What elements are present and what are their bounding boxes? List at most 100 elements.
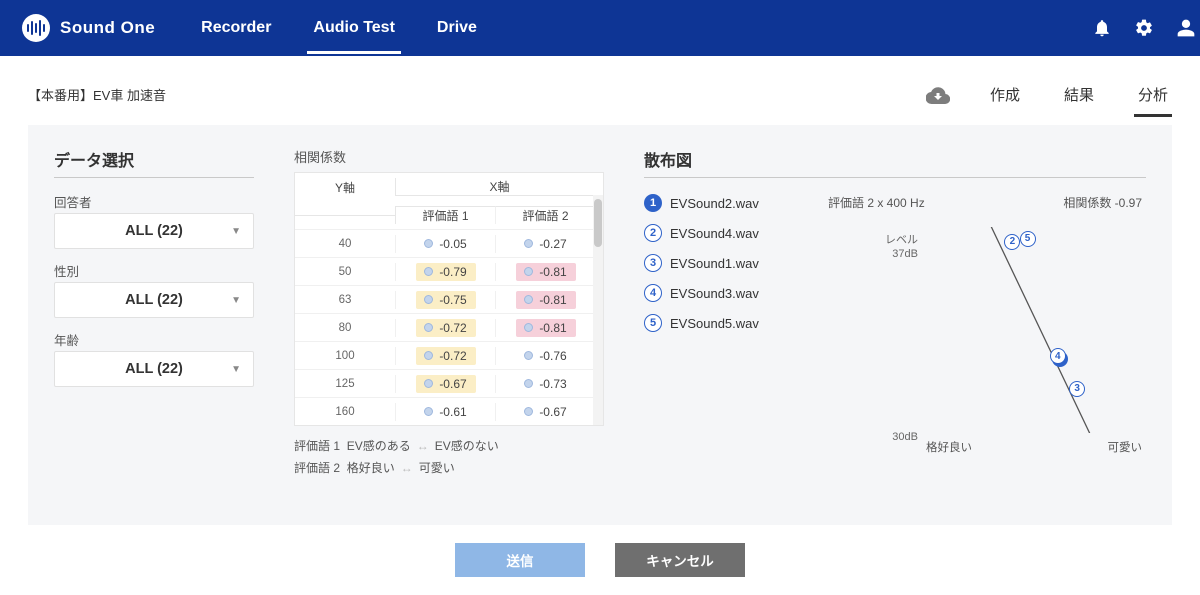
- scatter-point[interactable]: 4: [1050, 348, 1066, 364]
- corr-cell[interactable]: -0.27: [495, 235, 595, 253]
- radio-dot-icon: [524, 295, 533, 304]
- col-header-1[interactable]: 評価語 1: [395, 206, 495, 224]
- corr-cell[interactable]: -0.76: [495, 347, 595, 365]
- filter-title: データ選択: [54, 147, 254, 178]
- subnav-item[interactable]: 分析: [1134, 74, 1172, 115]
- user-icon[interactable]: [1176, 18, 1196, 38]
- corr-cell[interactable]: -0.75: [395, 291, 495, 309]
- y-axis-header: Y軸: [295, 179, 395, 196]
- radio-dot-icon: [524, 407, 533, 416]
- y-axis-top-label: レベル37dB: [874, 233, 918, 262]
- gear-icon[interactable]: [1134, 18, 1154, 38]
- nav-audio-test[interactable]: Audio Test: [307, 2, 400, 54]
- cloud-download-icon[interactable]: [926, 83, 950, 107]
- scatter-point[interactable]: 3: [1069, 381, 1085, 397]
- radio-dot-icon: [424, 323, 433, 332]
- filter-label: 年齢: [54, 330, 254, 349]
- subnav-item[interactable]: 作成: [986, 74, 1024, 115]
- row-y-value: 160: [295, 406, 395, 418]
- corr-cell[interactable]: -0.81: [495, 319, 595, 337]
- radio-dot-icon: [424, 351, 433, 360]
- sound-item[interactable]: 4EVSound3.wav: [644, 284, 824, 302]
- filter-select[interactable]: ALL (22)▼: [54, 351, 254, 387]
- chart-meta-right: 相関係数 -0.97: [1063, 194, 1142, 211]
- scatter-chart: 評価語 2 x 400 Hz 相関係数 -0.97 レベル37dB 30dB 1…: [824, 194, 1146, 455]
- row-y-value: 125: [295, 378, 395, 390]
- corr-cell[interactable]: -0.81: [495, 291, 595, 309]
- radio-dot-icon: [524, 379, 533, 388]
- submit-button[interactable]: 送信: [455, 543, 585, 577]
- row-y-value: 100: [295, 350, 395, 362]
- bell-icon[interactable]: [1092, 18, 1112, 38]
- sound-badge-icon: 2: [644, 224, 662, 242]
- radio-dot-icon: [424, 407, 433, 416]
- scatter-point[interactable]: 2: [1004, 234, 1020, 250]
- correlation-table: Y軸 X軸 評価語 1 評価語 2 40-0.05-0.2750-0.79-0.…: [294, 172, 604, 426]
- corr-cell[interactable]: -0.72: [395, 347, 495, 365]
- row-y-value: 63: [295, 294, 395, 306]
- corr-cell[interactable]: -0.73: [495, 375, 595, 393]
- sound-badge-icon: 5: [644, 314, 662, 332]
- row-y-value: 80: [295, 322, 395, 334]
- subnav-item[interactable]: 結果: [1060, 74, 1098, 115]
- col-header-2[interactable]: 評価語 2: [495, 206, 595, 224]
- radio-dot-icon: [424, 267, 433, 276]
- x-axis-right-label: 可愛い: [1108, 439, 1143, 455]
- radio-dot-icon: [524, 239, 533, 248]
- scatter-title: 散布図: [644, 147, 1146, 178]
- radio-dot-icon: [524, 267, 533, 276]
- corr-cell[interactable]: -0.05: [395, 235, 495, 253]
- corr-cell[interactable]: -0.72: [395, 319, 495, 337]
- table-scroll-thumb[interactable]: [594, 199, 602, 247]
- x-axis-left-label: 格好良い: [926, 439, 972, 455]
- regression-line: [926, 227, 1142, 433]
- radio-dot-icon: [424, 239, 433, 248]
- corr-cell[interactable]: -0.67: [495, 403, 595, 421]
- main-nav: Recorder Audio Test Drive: [195, 2, 483, 54]
- correlation-column: 相関係数 Y軸 X軸 評価語 1 評価語 2 40-0.05-0.2750-0.…: [294, 147, 604, 505]
- brand: Sound One: [22, 14, 155, 42]
- table-row: 63-0.75-0.81: [295, 285, 603, 313]
- chart-meta-left: 評価語 2 x 400 Hz: [828, 194, 925, 211]
- cancel-button[interactable]: キャンセル: [615, 543, 745, 577]
- logo-icon: [22, 14, 50, 42]
- nav-recorder[interactable]: Recorder: [195, 2, 277, 54]
- sound-item[interactable]: 2EVSound4.wav: [644, 224, 824, 242]
- radio-dot-icon: [524, 351, 533, 360]
- sound-badge-icon: 4: [644, 284, 662, 302]
- filter-select[interactable]: ALL (22)▼: [54, 282, 254, 318]
- corr-cell[interactable]: -0.61: [395, 403, 495, 421]
- table-row: 40-0.05-0.27: [295, 229, 603, 257]
- chevron-down-icon: ▼: [231, 226, 241, 237]
- table-row: 125-0.67-0.73: [295, 369, 603, 397]
- chevron-down-icon: ▼: [231, 364, 241, 375]
- table-row: 160-0.61-0.67: [295, 397, 603, 425]
- app-header: Sound One Recorder Audio Test Drive: [0, 0, 1200, 56]
- breadcrumb: 【本番用】EV車 加速音: [28, 85, 166, 104]
- sound-item[interactable]: 1EVSound2.wav: [644, 194, 824, 212]
- radio-dot-icon: [524, 323, 533, 332]
- corr-title: 相関係数: [294, 147, 604, 166]
- y-axis-bottom-label: 30dB: [874, 431, 918, 443]
- corr-cell[interactable]: -0.79: [395, 263, 495, 281]
- corr-cell[interactable]: -0.81: [495, 263, 595, 281]
- nav-drive[interactable]: Drive: [431, 2, 483, 54]
- brand-name: Sound One: [60, 18, 155, 38]
- x-axis-header: X軸: [395, 178, 603, 196]
- action-bar: 送信 キャンセル: [0, 525, 1200, 595]
- row-y-value: 50: [295, 266, 395, 278]
- corr-cell[interactable]: -0.67: [395, 375, 495, 393]
- chevron-down-icon: ▼: [231, 295, 241, 306]
- table-row: 50-0.79-0.81: [295, 257, 603, 285]
- table-row: 100-0.72-0.76: [295, 341, 603, 369]
- sound-item[interactable]: 3EVSound1.wav: [644, 254, 824, 272]
- sound-badge-icon: 1: [644, 194, 662, 212]
- filter-column: データ選択 回答者ALL (22)▼性別ALL (22)▼年齢ALL (22)▼: [54, 147, 254, 505]
- filter-label: 回答者: [54, 192, 254, 211]
- analysis-panel: データ選択 回答者ALL (22)▼性別ALL (22)▼年齢ALL (22)▼…: [28, 125, 1172, 525]
- sound-badge-icon: 3: [644, 254, 662, 272]
- sound-item[interactable]: 5EVSound5.wav: [644, 314, 824, 332]
- filter-select[interactable]: ALL (22)▼: [54, 213, 254, 249]
- scatter-point[interactable]: 5: [1020, 231, 1036, 247]
- table-row: 80-0.72-0.81: [295, 313, 603, 341]
